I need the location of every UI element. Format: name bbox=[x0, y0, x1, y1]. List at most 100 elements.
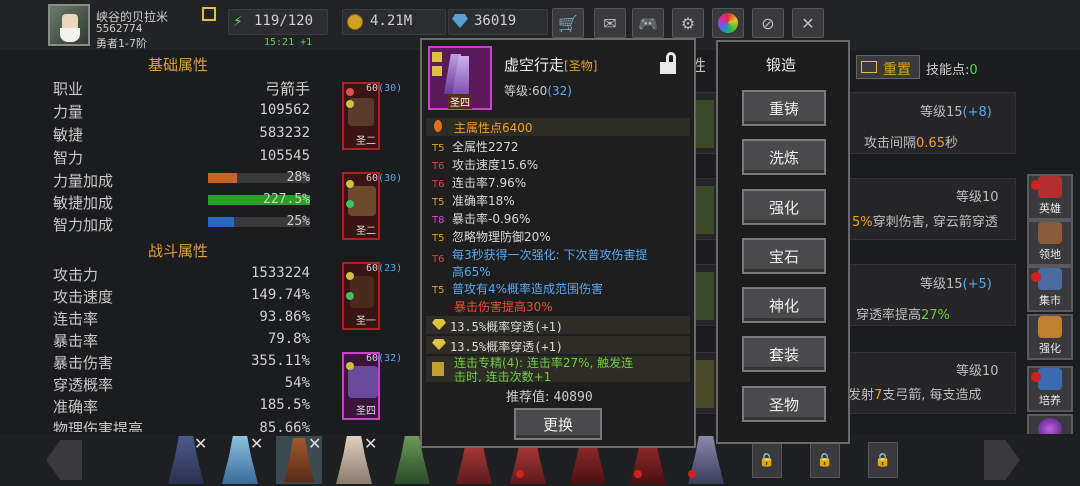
reforge-button[interactable]: 重铸 bbox=[742, 90, 826, 126]
side-menu-enhance[interactable]: 强化 bbox=[1027, 314, 1073, 360]
boots-icon bbox=[350, 276, 374, 308]
stat-label-intellect: 智力 bbox=[53, 149, 84, 167]
stat-value-attack: 1533224 bbox=[250, 265, 310, 281]
player-avatar[interactable] bbox=[48, 4, 90, 46]
item-tag: 圣四 bbox=[448, 94, 472, 109]
reset-button[interactable]: 重置 bbox=[856, 55, 920, 79]
stat-label-attack: 攻击力 bbox=[53, 266, 99, 284]
locked-slot-2[interactable]: 🔒 bbox=[810, 442, 840, 478]
gem-icon bbox=[432, 52, 442, 62]
side-menu-territory[interactable]: 领地 bbox=[1027, 220, 1073, 266]
special-affix-2-sub: 暴击伤害提高30% bbox=[454, 300, 553, 314]
stat-value-class: 弓箭手 bbox=[264, 80, 310, 98]
deify-button[interactable]: 神化 bbox=[742, 287, 826, 323]
locked-slot-1[interactable]: 🔒 bbox=[752, 442, 782, 478]
lock-icon: 🔒 bbox=[874, 452, 892, 468]
skill-points-label: 技能点:0 bbox=[926, 63, 978, 78]
video-icon bbox=[861, 61, 877, 73]
stat-value-crit-damage: 355.11% bbox=[250, 353, 310, 369]
set-bonus: 连击专精(4): 连击率27%, 触发连 击时, 连击次数+1 bbox=[454, 356, 634, 382]
side-menu-cultivate[interactable]: 培养 bbox=[1027, 366, 1073, 412]
enhance-icon bbox=[1038, 316, 1062, 338]
close-icon: ✕ bbox=[194, 434, 208, 453]
cultivate-icon bbox=[1038, 368, 1062, 390]
gear-icon[interactable]: ⚙ bbox=[672, 8, 704, 38]
stat-label-attack-speed: 攻击速度 bbox=[53, 288, 114, 306]
alert-icon bbox=[688, 470, 696, 478]
affix-line-1: T5 全属性2272 bbox=[432, 140, 519, 154]
special-affix-2: T5 普攻有4%概率造成范围伤害 bbox=[432, 282, 604, 296]
gold-coin-icon bbox=[347, 14, 363, 30]
stat-label-agility: 敏捷 bbox=[53, 126, 84, 144]
alert-icon bbox=[516, 470, 524, 478]
recommend-score: 推荐值: 40890 bbox=[506, 390, 593, 405]
energy-icon: ⚡ bbox=[233, 14, 243, 30]
shop-cart-icon[interactable]: 🛒 bbox=[552, 8, 584, 38]
affix-line-6: T5 忽略物理防御20% bbox=[432, 230, 551, 244]
gem-icon bbox=[346, 292, 354, 300]
gem-icon bbox=[346, 272, 354, 280]
skill-desc-1: 攻击间隔0.65秒 bbox=[864, 136, 958, 151]
equipment-tag: 圣二 bbox=[356, 226, 376, 237]
enhance-button[interactable]: 强化 bbox=[742, 189, 826, 225]
equipment-level-2: 60(30) bbox=[366, 173, 403, 184]
stat-value-accuracy: 185.5% bbox=[259, 397, 310, 413]
skill-level-3: 等级15(+5) bbox=[920, 277, 992, 292]
gem-icon bbox=[346, 100, 354, 108]
bar-value-strength-bonus: 28% bbox=[286, 170, 310, 185]
stat-label-strength: 力量 bbox=[53, 103, 84, 121]
gamepad-icon[interactable]: 🎮 bbox=[632, 8, 664, 38]
stat-label-penetration: 穿透概率 bbox=[53, 376, 114, 394]
bar-label-agility-bonus: 敏捷加成 bbox=[53, 194, 114, 212]
bar-value-intellect-bonus: 25% bbox=[286, 214, 310, 229]
gem-icon bbox=[346, 88, 354, 96]
affix-line-5: T8 暴击率-0.96% bbox=[432, 212, 531, 226]
gem-icon bbox=[346, 180, 354, 188]
skill-icon-3 bbox=[696, 272, 714, 320]
set-button[interactable]: 套装 bbox=[742, 336, 826, 372]
stat-label-crit-rate: 暴击率 bbox=[53, 332, 99, 350]
affix-line-4: T5 准确率18% bbox=[432, 194, 515, 208]
mail-icon[interactable]: ✉ bbox=[594, 8, 626, 38]
affix-line-3: T6 连击率7.96% bbox=[432, 176, 527, 190]
skill-level-4: 等级10 bbox=[956, 364, 999, 379]
gem-button[interactable]: 宝石 bbox=[742, 238, 826, 274]
bar-label-strength-bonus: 力量加成 bbox=[53, 172, 114, 190]
forge-title: 锻造 bbox=[766, 56, 797, 74]
stat-value-phys-damage: 85.66% bbox=[259, 420, 310, 433]
gem-icon bbox=[346, 200, 354, 208]
blocked-feature-icon[interactable]: ⊘ bbox=[752, 8, 784, 38]
energy-timer: 15:21 +1 bbox=[264, 37, 313, 48]
equipment-tag: 圣四 bbox=[356, 406, 376, 417]
side-menu-heroes[interactable]: 英雄 bbox=[1027, 174, 1073, 220]
gold-value: 4.21M bbox=[370, 13, 413, 29]
item-icon: 圣四 bbox=[428, 46, 492, 110]
relic-button[interactable]: 圣物 bbox=[742, 386, 826, 422]
equipment-tag: 圣二 bbox=[356, 136, 376, 147]
equipment-tag: 圣一 bbox=[356, 316, 376, 327]
market-icon bbox=[1038, 268, 1062, 290]
replace-button[interactable]: 更换 bbox=[514, 408, 602, 440]
alert-icon bbox=[1031, 180, 1041, 190]
edit-name-icon[interactable] bbox=[202, 7, 216, 21]
stat-value-intellect: 105545 bbox=[259, 148, 310, 164]
unlock-icon[interactable] bbox=[660, 52, 676, 74]
side-menu-market[interactable]: 集市 bbox=[1027, 266, 1073, 312]
color-wheel-icon[interactable] bbox=[712, 8, 744, 38]
locked-slot-3[interactable]: 🔒 bbox=[868, 442, 898, 478]
alert-icon bbox=[634, 470, 642, 478]
sword-feature-icon[interactable]: ✕ bbox=[792, 8, 824, 38]
main-stat: 主属性点6400 bbox=[454, 121, 533, 135]
basic-stats-title: 基础属性 bbox=[148, 56, 209, 74]
skill-level-2: 等级10 bbox=[956, 190, 999, 205]
gem-icon bbox=[432, 66, 442, 76]
item-level: 等级:60(32) bbox=[504, 84, 572, 98]
alert-icon bbox=[1031, 272, 1041, 282]
stat-label-class: 职业 bbox=[53, 80, 84, 98]
fire-gem-icon bbox=[434, 120, 442, 132]
reset-button-label: 重置 bbox=[883, 62, 911, 78]
book-icon bbox=[432, 362, 444, 376]
skill-icon-2 bbox=[696, 186, 714, 234]
alert-icon bbox=[1031, 372, 1041, 382]
refine-button[interactable]: 洗炼 bbox=[742, 139, 826, 175]
